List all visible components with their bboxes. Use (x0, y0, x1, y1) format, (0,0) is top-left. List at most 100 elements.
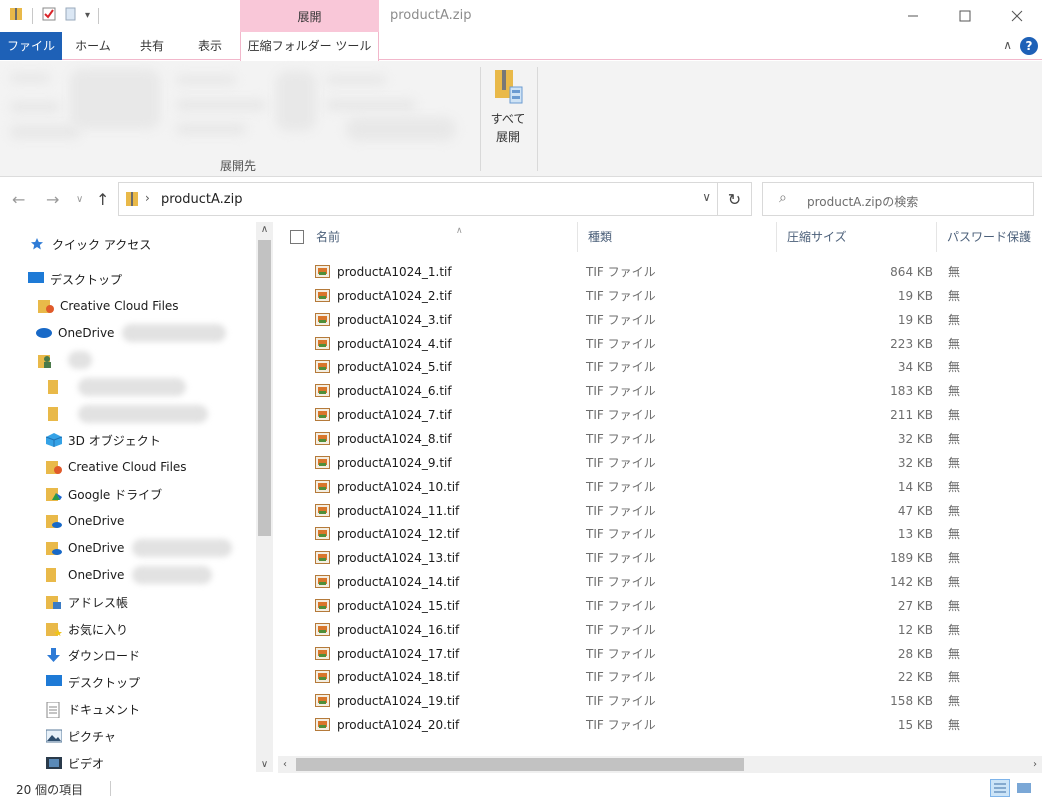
column-header-compressed-size[interactable]: 圧縮サイズ (777, 222, 937, 252)
collapse-ribbon-icon[interactable]: ∧ (1003, 38, 1012, 52)
forward-button[interactable]: → (46, 182, 59, 216)
table-row[interactable]: productA1024_15.tif TIF ファイル 27 KB 無 (278, 594, 1042, 618)
scrollbar-thumb[interactable] (258, 240, 271, 536)
table-row[interactable]: productA1024_17.tif TIF ファイル 28 KB 無 (278, 642, 1042, 666)
scroll-left-icon[interactable]: ‹ (283, 756, 287, 773)
refresh-icon: ↻ (727, 189, 742, 209)
table-row[interactable]: productA1024_20.tif TIF ファイル 15 KB 無 (278, 713, 1042, 737)
file-password-status: 無 (948, 622, 961, 637)
table-row[interactable]: productA1024_11.tif TIF ファイル 47 KB 無 (278, 499, 1042, 523)
nav-folder-redacted-2[interactable] (48, 402, 208, 426)
tab-share[interactable]: 共有 (126, 32, 178, 60)
close-button[interactable] (994, 0, 1040, 32)
select-all-checkbox[interactable] (290, 230, 304, 244)
search-input[interactable]: productA.zipの検索 (807, 193, 918, 210)
nav-folder-redacted-1[interactable] (48, 375, 186, 399)
divider (98, 7, 100, 24)
nav-favorites[interactable]: お気に入り (46, 617, 128, 641)
table-row[interactable]: productA1024_8.tif TIF ファイル 32 KB 無 (278, 427, 1042, 451)
table-row[interactable]: productA1024_1.tif TIF ファイル 864 KB 無 (278, 260, 1042, 284)
address-bar[interactable]: › productA.zip ∨ ↻ (118, 182, 752, 216)
file-size: 47 KB (897, 503, 933, 518)
file-list-horizontal-scrollbar[interactable]: ‹ › (278, 756, 1042, 773)
table-row[interactable]: productA1024_7.tif TIF ファイル 211 KB 無 (278, 403, 1042, 427)
nav-pane-scrollbar[interactable]: ∧ ∨ (256, 222, 273, 772)
nav-onedrive-3[interactable]: OneDrive (46, 536, 233, 560)
nav-address-book[interactable]: アドレス帳 (46, 590, 128, 614)
nav-onedrive-2[interactable]: OneDrive (46, 509, 124, 533)
file-password-status: 無 (948, 360, 961, 375)
file-size: 183 KB (890, 384, 933, 399)
customize-qa-icon[interactable]: ▾ (85, 10, 90, 21)
table-row[interactable]: productA1024_14.tif TIF ファイル 142 KB 無 (278, 570, 1042, 594)
arrow-up-icon: ↑ (96, 189, 110, 209)
file-password-status: 無 (948, 431, 961, 446)
breadcrumb[interactable]: productA.zip (161, 192, 243, 207)
nav-3d-objects[interactable]: 3D オブジェクト (45, 428, 161, 452)
nav-quick-access[interactable]: クイック アクセス (30, 232, 151, 256)
desktop-icon (28, 272, 44, 286)
file-password-status: 無 (948, 408, 961, 423)
onedrive-cloud-icon (36, 326, 52, 340)
table-row[interactable]: productA1024_10.tif TIF ファイル 14 KB 無 (278, 475, 1042, 499)
table-row[interactable]: productA1024_12.tif TIF ファイル 13 KB 無 (278, 522, 1042, 546)
address-dropdown-icon[interactable]: ∨ (702, 190, 711, 204)
column-header-password[interactable]: パスワード保護 (937, 222, 1042, 252)
recent-locations-button[interactable]: ∨ (76, 182, 83, 216)
maximize-button[interactable] (942, 0, 988, 32)
table-row[interactable]: productA1024_19.tif TIF ファイル 158 KB 無 (278, 689, 1042, 713)
scroll-up-icon[interactable]: ∧ (256, 224, 273, 235)
column-header-type[interactable]: 種類 (577, 222, 777, 252)
nav-google-drive[interactable]: Google ドライブ (46, 482, 162, 506)
table-row[interactable]: productA1024_16.tif TIF ファイル 12 KB 無 (278, 618, 1042, 642)
extract-to-destinations[interactable] (6, 67, 476, 147)
refresh-button[interactable]: ↻ (717, 183, 751, 215)
details-view-button[interactable] (990, 779, 1010, 797)
up-button[interactable]: ↑ (96, 182, 109, 216)
nav-pictures[interactable]: ピクチャ (45, 724, 116, 748)
new-folder-icon[interactable] (63, 6, 79, 25)
help-icon[interactable]: ? (1020, 37, 1038, 55)
table-row[interactable]: productA1024_5.tif TIF ファイル 34 KB 無 (278, 355, 1042, 379)
folder-icon (48, 380, 64, 394)
nav-downloads[interactable]: ダウンロード (46, 643, 140, 667)
large-icons-view-button[interactable] (1014, 779, 1034, 797)
column-header-name[interactable]: ∧ 名前 (306, 222, 579, 252)
nav-creative-cloud-files[interactable]: Creative Cloud Files (38, 294, 179, 318)
table-row[interactable]: productA1024_18.tif TIF ファイル 22 KB 無 (278, 665, 1042, 689)
file-name: productA1024_10.tif (337, 479, 460, 494)
extract-all-button[interactable]: すべて 展開 (486, 65, 530, 151)
table-row[interactable]: productA1024_2.tif TIF ファイル 19 KB 無 (278, 284, 1042, 308)
table-row[interactable]: productA1024_9.tif TIF ファイル 32 KB 無 (278, 451, 1042, 475)
column-label: 圧縮サイズ (787, 230, 847, 244)
nav-desktop[interactable]: デスクトップ (46, 670, 140, 694)
nav-user-folder[interactable] (38, 348, 92, 372)
scrollbar-thumb[interactable] (296, 758, 744, 771)
nav-desktop-root[interactable]: デスクトップ (28, 267, 122, 291)
table-row[interactable]: productA1024_4.tif TIF ファイル 223 KB 無 (278, 332, 1042, 356)
tab-home[interactable]: ホーム (68, 32, 118, 60)
tab-compressed-folder-tools[interactable]: 圧縮フォルダー ツール (240, 32, 379, 61)
tab-file[interactable]: ファイル (0, 32, 62, 60)
search-box[interactable]: ⌕ productA.zipの検索 (762, 182, 1034, 216)
file-type: TIF ファイル (586, 431, 656, 446)
document-icon (46, 701, 62, 719)
table-row[interactable]: productA1024_6.tif TIF ファイル 183 KB 無 (278, 379, 1042, 403)
scroll-down-icon[interactable]: ∨ (256, 759, 273, 770)
table-row[interactable]: productA1024_13.tif TIF ファイル 189 KB 無 (278, 546, 1042, 570)
nav-onedrive-4[interactable]: OneDrive (46, 563, 213, 587)
nav-creative-cloud-files-2[interactable]: Creative Cloud Files (46, 455, 187, 479)
table-row[interactable]: productA1024_3.tif TIF ファイル 19 KB 無 (278, 308, 1042, 332)
properties-icon[interactable] (41, 6, 57, 25)
tab-view[interactable]: 表示 (184, 32, 236, 60)
file-type: TIF ファイル (586, 360, 656, 375)
arrow-right-icon: → (46, 189, 60, 209)
back-button[interactable]: ← (12, 182, 25, 216)
minimize-button[interactable] (890, 0, 936, 32)
breadcrumb-separator-icon[interactable]: › (145, 191, 150, 205)
nav-onedrive[interactable]: OneDrive (36, 321, 227, 345)
contacts-folder-icon (46, 595, 62, 609)
scroll-right-icon[interactable]: › (1033, 756, 1037, 773)
nav-documents[interactable]: ドキュメント (46, 697, 140, 721)
nav-videos[interactable]: ビデオ (46, 751, 104, 772)
